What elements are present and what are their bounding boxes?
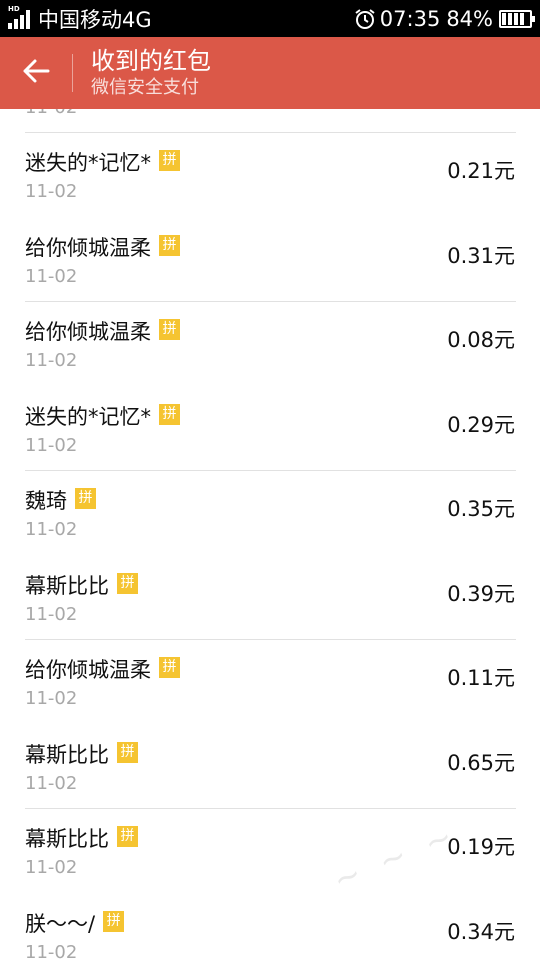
pin-badge: 拼 <box>117 825 138 847</box>
pin-badge: 拼 <box>117 741 138 763</box>
item-sender-name: 给你倾城温柔 <box>25 320 151 344</box>
item-date: 11-02 <box>25 435 78 456</box>
item-sender-name: 给你倾城温柔 <box>25 658 151 682</box>
page-title: 收到的红包 <box>91 47 211 75</box>
item-amount: 0.65元 <box>447 751 515 775</box>
carrier-label: 中国移动4G <box>38 7 152 32</box>
item-amount: 0.11元 <box>447 666 515 690</box>
page-subtitle: 微信安全支付 <box>91 77 199 98</box>
item-sender-name: 朕～～/ <box>25 912 96 936</box>
pin-badge: 拼 <box>159 318 180 340</box>
item-date: 11-02 <box>25 688 78 709</box>
item-sender-name: 给你倾城温柔 <box>25 236 151 260</box>
pin-badge: 拼 <box>159 656 180 678</box>
list-item[interactable]: 给你倾城温柔拼 11-02 0.11元 <box>0 640 540 724</box>
alarm-clock-icon <box>354 8 376 30</box>
item-date: 11-02 <box>25 857 78 878</box>
battery-icon <box>499 9 535 28</box>
item-sender-name: 幕斯比比 <box>25 574 109 598</box>
battery-level-fill <box>502 12 525 25</box>
item-date: 11-02 <box>25 266 78 287</box>
item-date: 11-02 <box>25 350 78 371</box>
item-date: 11-02 <box>25 604 78 625</box>
item-amount: 0.29元 <box>447 413 515 437</box>
back-button[interactable] <box>0 37 72 109</box>
signal-icon: HD <box>8 4 32 29</box>
battery-percent: 84% <box>446 6 493 31</box>
screen: HD 中国移动4G 07:35 84% 收到的红包 微信安全支付 迷失的*记忆*… <box>0 0 540 960</box>
pin-badge: 拼 <box>117 572 138 594</box>
item-amount: 0.34元 <box>447 920 515 944</box>
pin-badge: 拼 <box>159 149 180 171</box>
item-amount: 0.35元 <box>447 497 515 521</box>
item-sender-name: 迷失的*记忆* <box>25 405 151 429</box>
pin-badge: 拼 <box>159 234 180 256</box>
item-sender-name: 迷失的*记忆* <box>25 151 151 175</box>
item-sender-name: 幕斯比比 <box>25 743 109 767</box>
item-amount: 0.21元 <box>447 159 515 183</box>
item-date: 11-02 <box>25 181 78 202</box>
item-date: 11-02 <box>25 519 78 540</box>
pin-badge: 拼 <box>103 910 125 932</box>
item-sender-name: 幕斯比比 <box>25 827 109 851</box>
list-item[interactable]: 迷失的*记忆* 拼 11-02 0.21元 <box>0 133 540 217</box>
pin-badge: 拼 <box>159 403 180 425</box>
arrow-left-icon <box>22 58 50 88</box>
status-bar: HD 中国移动4G 07:35 84% <box>0 0 540 37</box>
item-date: 11-02 <box>25 942 78 960</box>
list-item[interactable]: 幕斯比比拼 11-02 0.39元 <box>0 556 540 640</box>
list-item[interactable]: 迷失的*记忆* 拼 11-02 0.29元 <box>0 387 540 471</box>
item-sender-name: 魏琦 <box>25 489 67 513</box>
network-type-label: HD <box>8 4 20 13</box>
list-item[interactable]: 幕斯比比拼 11-02 0.65元 <box>0 725 540 809</box>
app-header: 收到的红包 微信安全支付 <box>0 37 540 109</box>
list-item[interactable]: 给你倾城温柔拼 11-02 0.31元 <box>0 218 540 302</box>
item-amount: 0.39元 <box>447 582 515 606</box>
list-item[interactable]: 给你倾城温柔拼 11-02 0.08元 <box>0 302 540 386</box>
list-item[interactable]: 朕～～/ 拼 11-02 0.34元 <box>0 894 540 960</box>
list-item[interactable]: 魏琦拼 11-02 0.35元 <box>0 471 540 555</box>
clock-time: 07:35 <box>379 6 441 31</box>
item-amount: 0.31元 <box>447 244 515 268</box>
item-amount: 0.08元 <box>447 328 515 352</box>
header-divider <box>72 54 73 92</box>
item-date: 11-02 <box>25 773 78 794</box>
header-text: 收到的红包 微信安全支付 <box>91 46 211 100</box>
pin-badge: 拼 <box>75 487 96 509</box>
